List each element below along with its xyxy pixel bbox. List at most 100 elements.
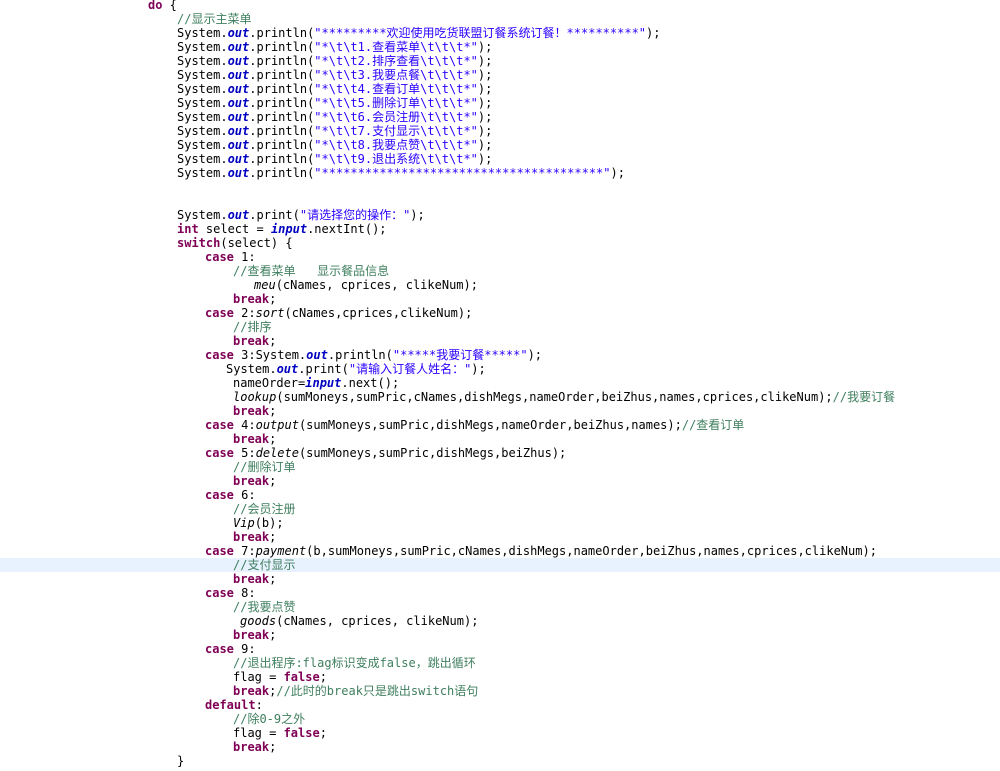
code-line[interactable]: System.out.println("*\t\t4.查看订单\t\t\t*")…: [0, 82, 1000, 96]
code-text: );: [477, 40, 493, 54]
code-line[interactable]: //删除订单: [0, 460, 1000, 474]
code-line[interactable]: case 6:: [0, 488, 1000, 502]
code-line[interactable]: int select = input.nextInt();: [0, 222, 1000, 236]
code-line[interactable]: System.out.println("*\t\t8.我要点赞\t\t\t*")…: [0, 138, 1000, 152]
code-text: .nextInt();: [307, 222, 387, 236]
code-line[interactable]: break;: [0, 292, 1000, 306]
code-line[interactable]: Vip(b);: [0, 516, 1000, 530]
code-line[interactable]: break;: [0, 572, 1000, 586]
code-line[interactable]: System.out.println("*\t\t2.排序查看\t\t\t*")…: [0, 54, 1000, 68]
code-line[interactable]: break;: [0, 432, 1000, 446]
keyword-token: case: [205, 446, 234, 460]
code-text: 7:: [233, 544, 256, 558]
code-line[interactable]: break;: [0, 404, 1000, 418]
code-line[interactable]: nameOrder=input.next();: [0, 376, 1000, 390]
keyword-token: break: [233, 292, 270, 306]
code-line[interactable]: break;//此时的break只是跳出switch语句: [0, 684, 1000, 698]
code-line[interactable]: flag = false;: [0, 670, 1000, 684]
code-line[interactable]: System.out.println("*\t\t3.我要点餐\t\t\t*")…: [0, 68, 1000, 82]
code-text: 1:: [233, 250, 256, 264]
code-line[interactable]: System.out.println("*\t\t1.查看菜单\t\t\t*")…: [0, 40, 1000, 54]
code-text: (select) {: [220, 236, 293, 250]
code-text: {: [162, 0, 177, 12]
code-line[interactable]: System.out.println("*\t\t6.会员注册\t\t\t*")…: [0, 110, 1000, 124]
code-text: System.: [177, 138, 228, 152]
code-line[interactable]: lookup(sumMoneys,sumPric,cNames,dishMegs…: [0, 390, 1000, 404]
method-token: Vip: [233, 516, 255, 530]
field-token: input: [305, 376, 342, 390]
code-text: );: [477, 138, 493, 152]
code-line[interactable]: System.out.println("********************…: [0, 166, 1000, 180]
code-line[interactable]: switch(select) {: [0, 236, 1000, 250]
keyword-token: case: [205, 488, 234, 502]
code-text: System.: [177, 124, 228, 138]
keyword-token: default: [205, 698, 256, 712]
code-text: );: [610, 166, 625, 180]
keyword-token: switch: [177, 236, 221, 250]
code-text: System.: [177, 152, 228, 166]
code-line[interactable]: break;: [0, 334, 1000, 348]
code-line[interactable]: //我要点赞: [0, 600, 1000, 614]
code-line[interactable]: //退出程序:flag标识变成false，跳出循环: [0, 656, 1000, 670]
code-line[interactable]: }: [0, 754, 1000, 768]
code-text: ;: [319, 670, 327, 684]
code-line[interactable]: case 1:: [0, 250, 1000, 264]
code-text: ;: [269, 432, 277, 446]
code-text: (cNames, cprices, clikeNum);: [275, 278, 478, 292]
code-line[interactable]: //除0-9之外: [0, 712, 1000, 726]
code-text: .println(: [327, 348, 393, 362]
code-line[interactable]: case 8:: [0, 586, 1000, 600]
code-line[interactable]: break;: [0, 740, 1000, 754]
code-text: ;: [269, 334, 277, 348]
code-text: ;: [269, 404, 277, 418]
current-line-highlight[interactable]: //支付显示: [0, 558, 1000, 572]
code-line[interactable]: break;: [0, 474, 1000, 488]
code-line[interactable]: System.out.println("*\t\t5.删除订单\t\t\t*")…: [0, 96, 1000, 110]
code-text: (cNames, cprices, clikeNum);: [276, 614, 479, 628]
code-text: select =: [198, 222, 271, 236]
code-text: .println(: [249, 82, 315, 96]
code-line[interactable]: [0, 180, 1000, 194]
code-line[interactable]: case 2:sort(cNames,cprices,clikeNum);: [0, 306, 1000, 320]
comment-token: //此时的break只是跳出switch语句: [276, 684, 479, 698]
code-line[interactable]: //会员注册: [0, 502, 1000, 516]
code-line[interactable]: System.out.println("*\t\t9.退出系统\t\t\t*")…: [0, 152, 1000, 166]
code-line[interactable]: System.out.println("*\t\t7.支付显示\t\t\t*")…: [0, 124, 1000, 138]
code-line[interactable]: System.out.print("请选择您的操作：");: [0, 208, 1000, 222]
code-line[interactable]: //排序: [0, 320, 1000, 334]
string-literal: "*\t\t5.删除订单\t\t\t*": [314, 96, 478, 110]
keyword-token: case: [205, 642, 234, 656]
code-text: System.: [177, 166, 228, 180]
field-token: out: [227, 208, 250, 222]
method-token: goods: [240, 614, 277, 628]
code-line[interactable]: System.out.print("请输入订餐人姓名：");: [0, 362, 1000, 376]
code-text: (cNames,cprices,clikeNum);: [284, 306, 473, 320]
field-token: out: [227, 152, 250, 166]
string-literal: "*********欢迎使用吃货联盟订餐系统订餐！**********": [314, 26, 647, 40]
code-line[interactable]: goods(cNames, cprices, clikeNum);: [0, 614, 1000, 628]
code-line[interactable]: break;: [0, 530, 1000, 544]
code-line[interactable]: //显示主菜单: [0, 12, 1000, 26]
code-line[interactable]: default:: [0, 698, 1000, 712]
code-line[interactable]: //查看菜单 显示餐品信息: [0, 264, 1000, 278]
code-line[interactable]: System.out.println("*********欢迎使用吃货联盟订餐系…: [0, 26, 1000, 40]
code-line[interactable]: [0, 194, 1000, 208]
code-line[interactable]: break;: [0, 628, 1000, 642]
code-text: 4:: [233, 418, 256, 432]
code-line[interactable]: case 9:: [0, 642, 1000, 656]
keyword-token: break: [233, 572, 270, 586]
code-editor[interactable]: do {//显示主菜单 System.out.println("*********…: [0, 0, 1000, 771]
code-line[interactable]: case 5:delete(sumMoneys,sumPric,dishMegs…: [0, 446, 1000, 460]
keyword-token: break: [233, 474, 270, 488]
code-text: System.: [177, 208, 228, 222]
code-line[interactable]: case 7:payment(b,sumMoneys,sumPric,cName…: [0, 544, 1000, 558]
code-text: }: [177, 754, 185, 768]
code-line[interactable]: meu(cNames, cprices, clikeNum);: [0, 278, 1000, 292]
code-text: );: [527, 348, 543, 362]
code-text: (sumMoneys,sumPric,cNames,dishMegs,nameO…: [276, 390, 833, 404]
code-line[interactable]: case 4:output(sumMoneys,sumPric,dishMegs…: [0, 418, 1000, 432]
code-text: 5:: [233, 446, 256, 460]
code-line[interactable]: flag = false;: [0, 726, 1000, 740]
code-line[interactable]: do {: [0, 0, 1000, 12]
code-line[interactable]: case 3:System.out.println("*****我要订餐****…: [0, 348, 1000, 362]
